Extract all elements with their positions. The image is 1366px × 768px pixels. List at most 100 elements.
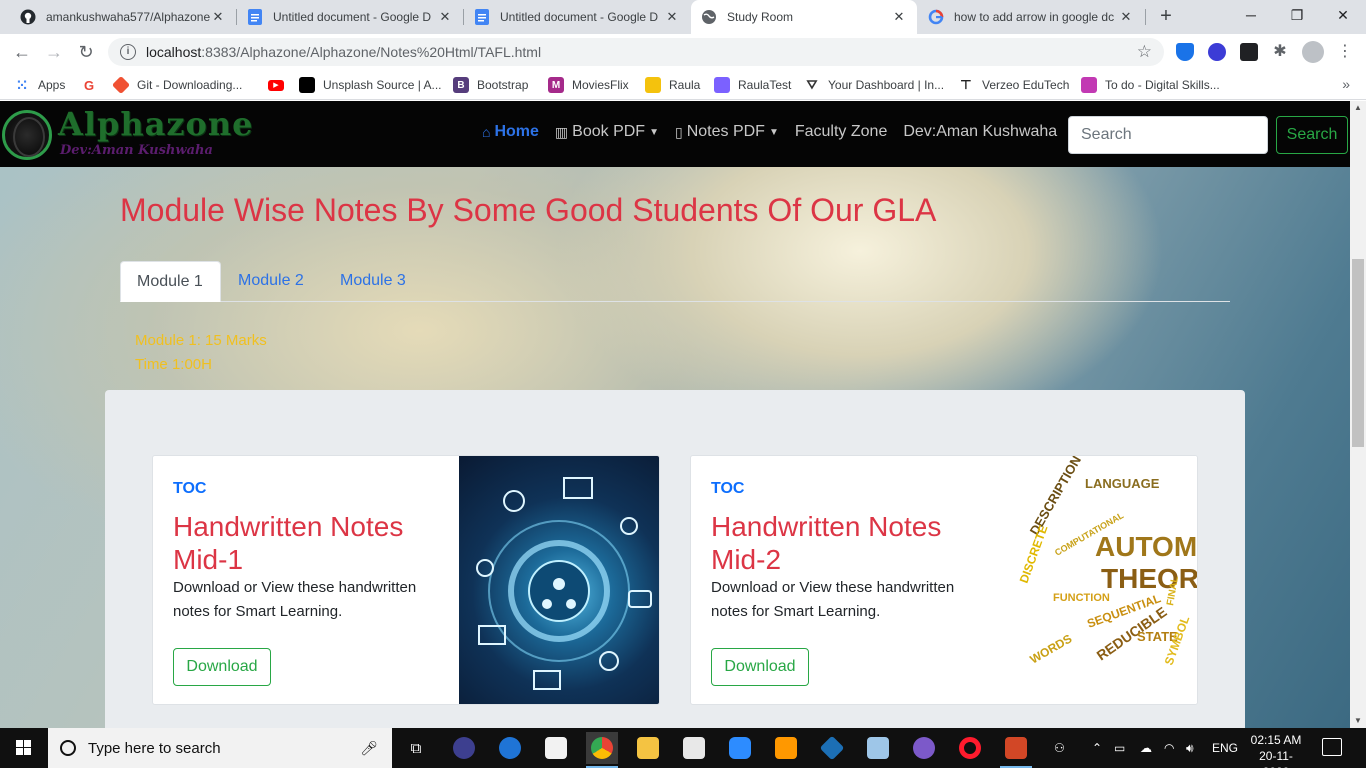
- site-search-button[interactable]: Search: [1276, 116, 1348, 154]
- bookmark-dashboard[interactable]: ⛛ Your Dashboard | In...: [804, 76, 945, 94]
- page-viewport: Alphazone Dev:Aman Kushwaha ⌂ Home ▥ Book …: [0, 101, 1350, 728]
- browser-tab-github[interactable]: amankushwaha577/Alphazone ✕: [10, 0, 236, 34]
- address-bar[interactable]: i localhost:8383/Alphazone/Alphazone/Not…: [108, 38, 1164, 66]
- bookmark-youtube[interactable]: ▶: [268, 76, 292, 94]
- nav-dev[interactable]: Dev:Aman Kushwaha: [903, 123, 1057, 141]
- wifi-icon[interactable]: ◠: [1164, 728, 1174, 768]
- battery-icon[interactable]: ▭: [1114, 728, 1125, 768]
- profile-avatar-icon[interactable]: [1302, 41, 1324, 63]
- nav-book-pdf[interactable]: ▥ Book PDF ▼: [555, 123, 659, 141]
- nav-label: Book PDF: [572, 123, 646, 140]
- bookmark-unsplash[interactable]: Unsplash Source | A...: [299, 76, 442, 94]
- task-view-icon[interactable]: ⧉: [400, 732, 432, 764]
- taskbar-clock[interactable]: 02:15 AM 20-11-2020: [1246, 732, 1306, 768]
- show-hidden-icons-chevron-icon[interactable]: ⌃: [1092, 728, 1102, 768]
- volume-icon[interactable]: 🔊︎: [1186, 728, 1194, 768]
- bookmark-verzeo[interactable]: ⊤ Verzeo EduTech: [958, 76, 1069, 94]
- new-tab-button[interactable]: +: [1154, 5, 1178, 29]
- store-app-icon[interactable]: [540, 732, 572, 764]
- file-explorer-app-icon[interactable]: [632, 732, 664, 764]
- unsplash-icon: [299, 77, 315, 93]
- bookmark-raulatest[interactable]: RaulaTest: [714, 76, 791, 94]
- windows-start-button[interactable]: [0, 728, 48, 768]
- back-arrow-icon[interactable]: ←: [10, 40, 34, 64]
- close-tab-icon[interactable]: ✕: [210, 9, 226, 25]
- google-docs-icon: [247, 9, 263, 25]
- restore-button[interactable]: ❐: [1274, 0, 1320, 30]
- forward-arrow-icon[interactable]: →: [42, 40, 66, 64]
- clock-date: 20-11-2020: [1259, 749, 1293, 768]
- tab-module-1[interactable]: Module 1: [120, 261, 221, 302]
- brand-logo[interactable]: Alphazone Dev:Aman Kushwaha: [2, 105, 272, 163]
- dashboard-icon: ⛛: [806, 77, 818, 92]
- chrome-menu-icon[interactable]: ⋮: [1336, 43, 1354, 61]
- extension-icon[interactable]: [1208, 43, 1226, 61]
- close-window-button[interactable]: ✕: [1320, 0, 1366, 30]
- notification-center-icon[interactable]: [1322, 738, 1342, 756]
- bookmark-raula[interactable]: Raula: [645, 76, 700, 94]
- shield-extension-icon[interactable]: [1176, 43, 1194, 61]
- card-title: Handwritten Notes Mid-1: [173, 511, 404, 575]
- word-cloud-word: DESCRIPTION: [1027, 456, 1084, 538]
- zoom-app-icon[interactable]: [724, 732, 756, 764]
- download-button[interactable]: Download: [173, 648, 271, 686]
- bookmark-google[interactable]: G: [81, 76, 105, 94]
- bookmark-git[interactable]: Git - Downloading...: [111, 75, 242, 95]
- virtualbox-app-icon[interactable]: [816, 732, 848, 764]
- nav-notes-pdf[interactable]: ▯ Notes PDF ▼: [675, 123, 779, 141]
- close-tab-icon[interactable]: ✕: [437, 9, 453, 25]
- nav-home[interactable]: ⌂ Home: [482, 123, 539, 141]
- bookmark-apps[interactable]: ⁙ Apps: [14, 76, 65, 94]
- youtube-icon: ▶: [268, 79, 284, 91]
- browser-tab-google-doc-2[interactable]: Untitled document - Google D ✕: [464, 0, 690, 34]
- edge-app-icon[interactable]: [494, 732, 526, 764]
- bookmark-moviesflix[interactable]: M MoviesFlix: [548, 76, 629, 94]
- more-bookmarks-icon[interactable]: »: [1342, 76, 1350, 92]
- sublime-app-icon[interactable]: [770, 732, 802, 764]
- tab-separator: [1145, 9, 1146, 25]
- github-desktop-app-icon[interactable]: [908, 732, 940, 764]
- site-info-icon[interactable]: i: [120, 44, 136, 60]
- scroll-down-arrow-icon[interactable]: ▼: [1350, 714, 1366, 728]
- site-search-input[interactable]: Search: [1068, 116, 1268, 154]
- minimize-button[interactable]: ─: [1228, 0, 1274, 30]
- bookmark-bootstrap[interactable]: B Bootstrap: [453, 76, 528, 94]
- language-indicator[interactable]: ENG: [1212, 728, 1238, 768]
- cube-extension-icon[interactable]: [1240, 43, 1258, 61]
- chrome-app-icon[interactable]: [586, 732, 618, 768]
- pdf-app-icon[interactable]: [678, 732, 710, 764]
- puzzle-extensions-icon[interactable]: ✱: [1271, 43, 1289, 61]
- close-tab-icon[interactable]: ✕: [664, 9, 680, 25]
- automata-theory-word-cloud-image: LANGUAGE DESCRIPTION COMPUTATIONAL AUTOM…: [997, 456, 1197, 704]
- page-scrollbar[interactable]: ▲ ▼: [1350, 101, 1366, 728]
- google-icon: [928, 9, 944, 25]
- close-tab-icon[interactable]: ✕: [891, 9, 907, 25]
- taskbar-search-box[interactable]: Type here to search 🎤︎: [48, 728, 392, 768]
- tab-title: how to add arrow in google dc: [954, 10, 1115, 24]
- tab-module-3[interactable]: Module 3: [324, 261, 422, 302]
- verzeo-icon: ⊤: [960, 77, 972, 92]
- browser-tab-study-room[interactable]: Study Room ✕: [691, 0, 917, 34]
- bookmark-label: To do - Digital Skills...: [1105, 78, 1220, 92]
- brand-dev: Dev:Aman Kushwaha: [60, 143, 213, 158]
- bookmark-star-icon[interactable]: ☆: [1137, 42, 1152, 62]
- browser-tab-google-doc-1[interactable]: Untitled document - Google D ✕: [237, 0, 463, 34]
- module-info: Module 1: 15 Marks Time 1:00H: [135, 329, 267, 377]
- microphone-icon[interactable]: 🎤︎: [360, 740, 378, 757]
- browser-tab-google-search[interactable]: how to add arrow in google dc ✕: [918, 0, 1144, 34]
- nav-faculty-zone[interactable]: Faculty Zone: [795, 123, 887, 141]
- opera-app-icon[interactable]: [954, 732, 986, 764]
- reload-icon[interactable]: ↻: [74, 40, 98, 64]
- bookmark-todo[interactable]: To do - Digital Skills...: [1081, 76, 1220, 94]
- scroll-up-arrow-icon[interactable]: ▲: [1350, 101, 1366, 115]
- scrollbar-thumb[interactable]: [1352, 259, 1364, 447]
- eclipse-app-icon[interactable]: [448, 732, 480, 764]
- powerpoint-app-icon[interactable]: [1000, 732, 1032, 768]
- tab-module-2[interactable]: Module 2: [222, 261, 320, 302]
- download-button[interactable]: Download: [711, 648, 809, 686]
- card-tag: TOC: [711, 480, 745, 497]
- people-icon[interactable]: ⚇: [1054, 728, 1065, 768]
- close-tab-icon[interactable]: ✕: [1118, 9, 1134, 25]
- onedrive-cloud-icon[interactable]: ☁: [1140, 728, 1152, 768]
- remote-desktop-app-icon[interactable]: [862, 732, 894, 764]
